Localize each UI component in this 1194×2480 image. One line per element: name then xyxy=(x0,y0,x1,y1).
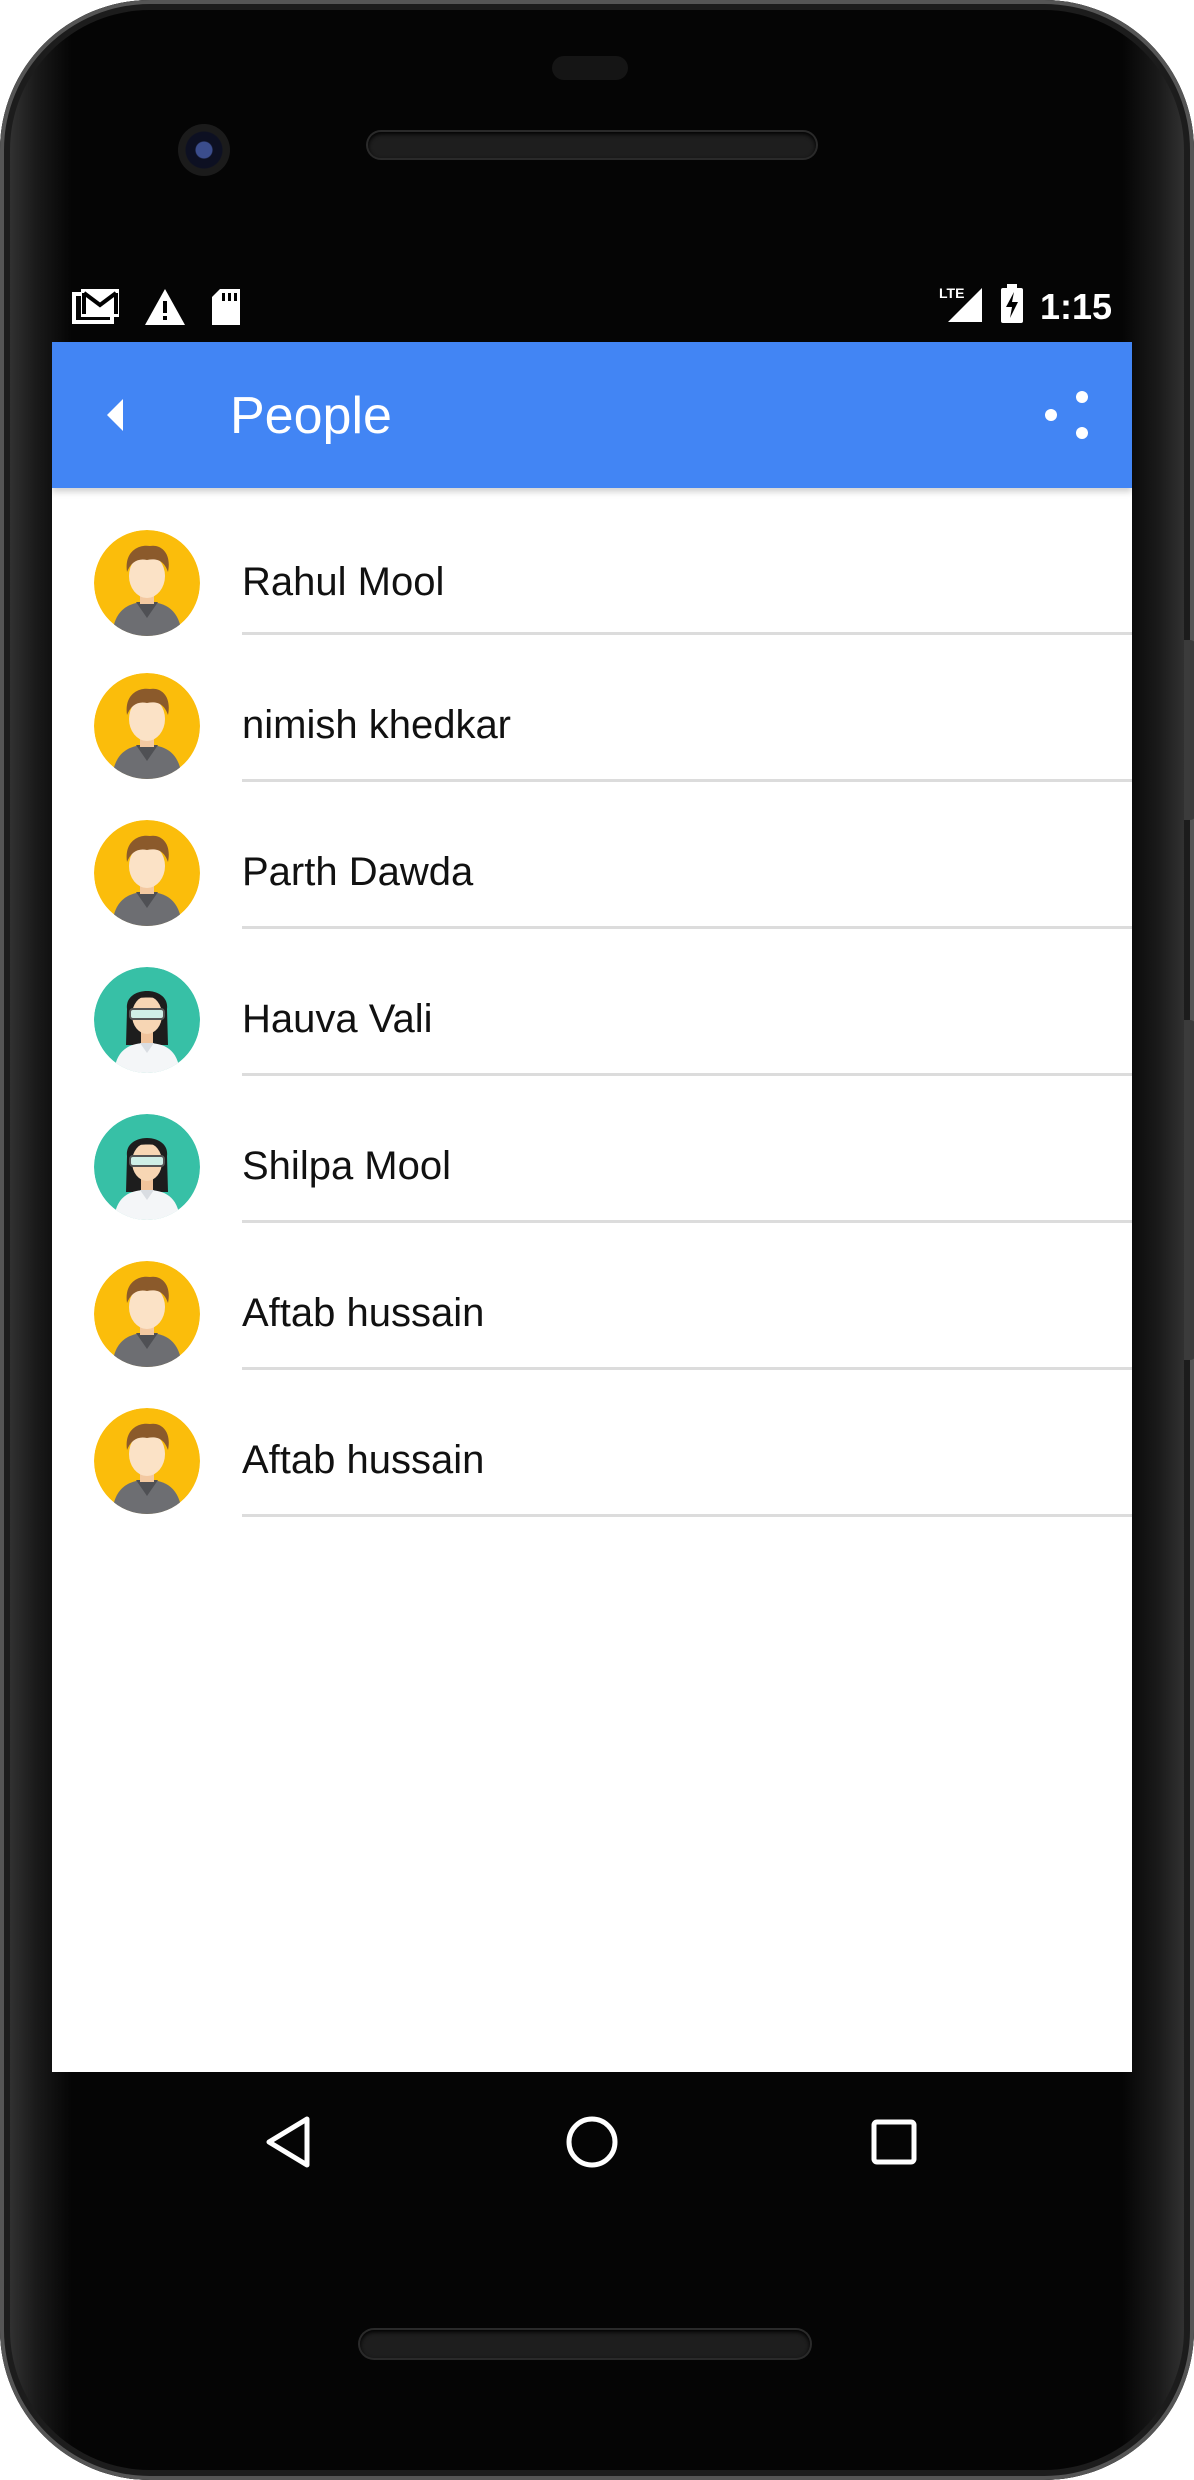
status-bar: LTE 1:15 xyxy=(52,280,1132,342)
page-title: People xyxy=(230,387,392,445)
nav-home-icon xyxy=(566,2116,618,2168)
list-item[interactable]: nimish khedkar xyxy=(52,635,1132,782)
back-arrow-icon xyxy=(107,399,123,431)
nav-home-button[interactable] xyxy=(542,2092,642,2192)
list-item[interactable]: Rahul Mool xyxy=(52,488,1132,636)
status-time: 1:15 xyxy=(1039,285,1112,327)
share-button[interactable] xyxy=(1032,380,1102,450)
male-avatar-icon xyxy=(94,820,200,926)
nav-back-icon xyxy=(266,2116,310,2168)
list-item[interactable]: Aftab hussain xyxy=(52,1223,1132,1370)
app-screen: People Rahul Mool nimish khedkar Parth Daw… xyxy=(52,342,1132,2072)
app-bar: People xyxy=(52,342,1132,488)
back-button[interactable] xyxy=(82,382,148,448)
network-label: LTE xyxy=(939,285,964,301)
list-item[interactable]: Parth Dawda xyxy=(52,782,1132,929)
person-name: Aftab hussain xyxy=(242,1438,485,1482)
nav-recents-button[interactable] xyxy=(844,2092,944,2192)
person-name: Hauva Vali xyxy=(242,997,433,1041)
battery-charging-icon xyxy=(1000,284,1024,329)
nav-back-button[interactable] xyxy=(238,2092,338,2192)
male-avatar-icon xyxy=(94,673,200,779)
list-item[interactable]: Shilpa Mool xyxy=(52,1076,1132,1223)
share-icon xyxy=(1045,391,1088,439)
sd-card-icon xyxy=(210,288,242,331)
list-item[interactable]: Hauva Vali xyxy=(52,929,1132,1076)
list-item[interactable]: Aftab hussain xyxy=(52,1370,1132,1517)
power-button xyxy=(1184,640,1194,820)
earpiece-speaker xyxy=(368,132,816,158)
navigation-bar xyxy=(52,2072,1132,2200)
bottom-speaker xyxy=(360,2330,810,2358)
male-avatar-icon xyxy=(94,1408,200,1514)
nav-recents-icon xyxy=(871,2119,917,2165)
female-avatar-icon xyxy=(94,967,200,1073)
people-list: Rahul Mool nimish khedkar Parth Dawda Hauva… xyxy=(52,488,1132,1517)
person-name: nimish khedkar xyxy=(242,703,512,747)
female-avatar-icon xyxy=(94,1114,200,1220)
signal-icon: LTE xyxy=(938,284,984,329)
row-divider xyxy=(242,1514,1132,1517)
person-name: Shilpa Mool xyxy=(242,1144,452,1188)
front-sensor xyxy=(552,56,628,80)
volume-button xyxy=(1184,1020,1194,1360)
person-name: Aftab hussain xyxy=(242,1291,485,1335)
male-avatar-icon xyxy=(94,530,200,636)
male-avatar-icon xyxy=(94,1261,200,1367)
gmail-icon xyxy=(72,288,120,331)
person-name: Parth Dawda xyxy=(242,850,474,894)
phone-frame: LTE 1:15 People Rahul Mool nimish khedka… xyxy=(0,0,1194,2480)
person-name: Rahul Mool xyxy=(242,560,445,604)
warning-icon xyxy=(144,288,186,331)
front-camera xyxy=(178,124,230,176)
